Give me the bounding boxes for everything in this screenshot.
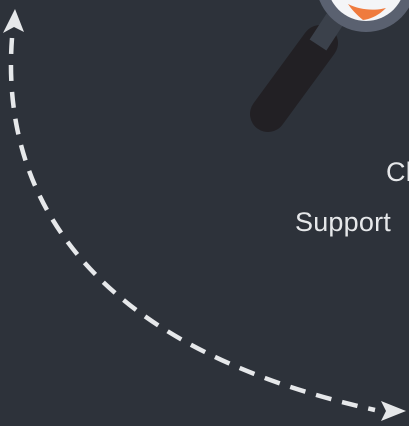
- canvas: Cl Support: [0, 0, 409, 426]
- caption-line-1: Cl: [386, 157, 409, 187]
- caption-line-2: Support: [295, 207, 391, 237]
- magnifier-handle: [250, 25, 338, 132]
- arrow-head-right: [381, 401, 406, 421]
- magnifying-glass-icon: [250, 0, 409, 132]
- arrow-head-top: [3, 9, 24, 33]
- magnifier-neck: [309, 13, 344, 51]
